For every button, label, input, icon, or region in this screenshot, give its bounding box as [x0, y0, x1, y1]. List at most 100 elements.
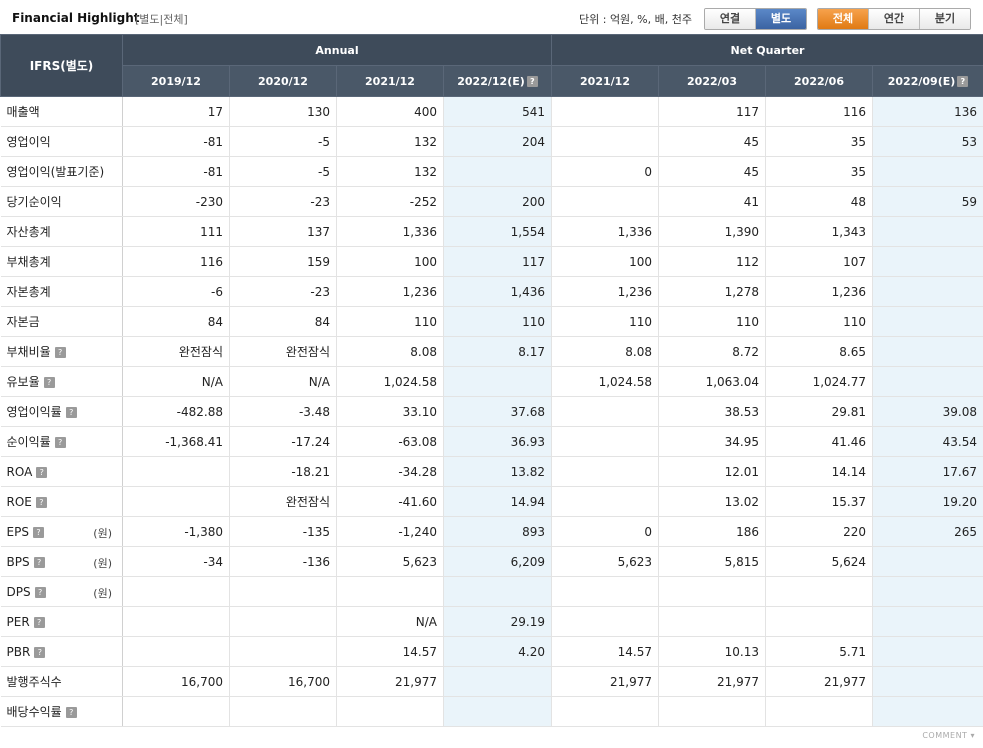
table-cell: 19.20 — [872, 486, 983, 517]
table-row: 발행주식수 16,700 16,700 21,977 21,977 21,977 21,97… — [0, 666, 983, 697]
row-label: 영업이익 — [6, 135, 51, 149]
table-cell: 100 — [336, 246, 444, 277]
help-icon[interactable]: ? — [65, 707, 77, 718]
row-label-cell: 순이익률? — [0, 426, 123, 457]
table-cell: -5 — [229, 126, 337, 157]
table-cell: 107 — [765, 246, 874, 277]
table-cell: 37.68 — [443, 396, 553, 427]
table-cell: -23 — [229, 276, 337, 307]
table-cell — [765, 696, 874, 727]
table-cell: 43.54 — [872, 426, 983, 457]
help-icon[interactable]: ? — [54, 437, 66, 448]
table-cell: 33.10 — [336, 396, 444, 427]
table-cell: 110 — [551, 306, 660, 337]
table-cell: 34.95 — [658, 426, 767, 457]
table-cell: 17.67 — [872, 456, 983, 487]
table-row: 유보율? N/A N/A 1,024.58 1,024.58 1,063.04 1,024.… — [0, 366, 983, 397]
column-header-label: 2021/12 — [580, 74, 630, 88]
table-cell: -81 — [122, 126, 230, 157]
table-cell: -5 — [229, 156, 337, 187]
tab-quarterly[interactable]: 분기 — [920, 9, 970, 29]
table-cell: -1,240 — [336, 516, 444, 547]
row-label: ROA — [6, 464, 33, 479]
table-cell: -41.60 — [336, 486, 444, 517]
help-icon[interactable]: ? — [34, 646, 46, 658]
tab-consolidated[interactable]: 연결 — [705, 9, 756, 29]
table-cell: 16,700 — [229, 666, 337, 697]
help-icon[interactable]: ? — [957, 76, 969, 87]
row-label-cell: 자산총계 — [0, 216, 123, 247]
table-cell: 132 — [336, 156, 444, 187]
table-cell: 39.08 — [872, 396, 983, 427]
tab-annual[interactable]: 연간 — [869, 9, 920, 29]
help-icon[interactable]: ? — [65, 407, 77, 418]
table-row: EPS? (원) -1,380 -135 -1,240 893 0 186 220 265 — [0, 516, 983, 547]
table-cell — [122, 456, 230, 487]
table-cell: 220 — [765, 516, 874, 547]
help-icon[interactable]: ? — [32, 526, 44, 538]
table-cell: 84 — [229, 306, 337, 337]
row-label-cell: ROE? — [0, 486, 123, 517]
help-icon[interactable]: ? — [36, 466, 48, 478]
table-cell: 111 — [122, 216, 230, 247]
comment-toggle[interactable]: COMMENT ▾ — [922, 731, 975, 740]
table-cell — [336, 576, 444, 607]
table-cell — [872, 576, 983, 607]
table-cell: 21,977 — [336, 666, 444, 697]
table-cell: -18.21 — [229, 456, 337, 487]
table-cell: -230 — [122, 186, 230, 217]
table-cell: 1,236 — [336, 276, 444, 307]
table-cell: 186 — [658, 516, 767, 547]
table-row: 매출액 17 130 400 541 117 116 136 — [0, 96, 983, 127]
row-label: PER — [6, 614, 30, 629]
help-icon[interactable]: ? — [526, 76, 538, 87]
table-cell: 29.19 — [443, 606, 553, 637]
table-cell: 1,236 — [765, 276, 874, 307]
table-cell: 59 — [872, 186, 983, 217]
tab-separate[interactable]: 별도 — [756, 9, 806, 29]
table-cell: -252 — [336, 186, 444, 217]
table-row: PBR? 14.57 4.20 14.57 10.13 5.71 — [0, 636, 983, 667]
table-cell: 1,390 — [658, 216, 767, 247]
column-header-label: 2022/03 — [687, 74, 737, 88]
table-cell: 1,024.77 — [765, 366, 874, 397]
help-icon[interactable]: ? — [54, 347, 66, 358]
table-cell: 110 — [443, 306, 553, 337]
help-icon[interactable]: ? — [35, 496, 47, 508]
table-cell — [872, 666, 983, 697]
row-label-cell: 영업이익률? — [0, 396, 123, 427]
row-label: 자산총계 — [6, 225, 51, 239]
corner-header: IFRS(별도) — [0, 34, 123, 97]
row-label-cell: 매출액 — [0, 96, 123, 127]
annual-group-header: Annual — [121, 34, 553, 66]
row-label-cell: 배당수익률? — [0, 696, 123, 727]
table-cell: 8.08 — [551, 336, 660, 367]
table-cell: 110 — [658, 306, 767, 337]
table-cell — [872, 546, 983, 577]
table-cell: -3.48 — [229, 396, 337, 427]
table-cell — [551, 606, 660, 637]
table-cell: 5.71 — [765, 636, 874, 667]
row-label-cell: BPS? (원) — [0, 546, 123, 577]
table-cell: 1,024.58 — [336, 366, 444, 397]
table-cell: 48 — [765, 186, 874, 217]
table-cell: 130 — [229, 96, 337, 127]
help-icon[interactable]: ? — [33, 616, 45, 628]
table-cell: 117 — [658, 96, 767, 127]
tab-all[interactable]: 전체 — [818, 9, 869, 29]
help-icon[interactable]: ? — [33, 556, 45, 568]
table-cell: 8.08 — [336, 336, 444, 367]
table-cell: 1,278 — [658, 276, 767, 307]
period-toggle: 전체 연간 분기 — [817, 8, 971, 30]
column-header: 2022/09(E)? — [872, 65, 983, 97]
table-cell: 1,554 — [443, 216, 553, 247]
row-label-cell: 발행주식수 — [0, 666, 123, 697]
table-cell — [443, 366, 553, 397]
help-icon[interactable]: ? — [34, 586, 46, 598]
help-icon[interactable]: ? — [43, 377, 55, 388]
table-row: PER? N/A 29.19 — [0, 606, 983, 637]
table-row: 부채비율? 완전잠식 완전잠식 8.08 8.17 8.08 8.72 8.65 — [0, 336, 983, 367]
row-label: EPS — [6, 524, 29, 539]
column-header: 2019/12 — [122, 65, 230, 97]
table-cell: 10.13 — [658, 636, 767, 667]
